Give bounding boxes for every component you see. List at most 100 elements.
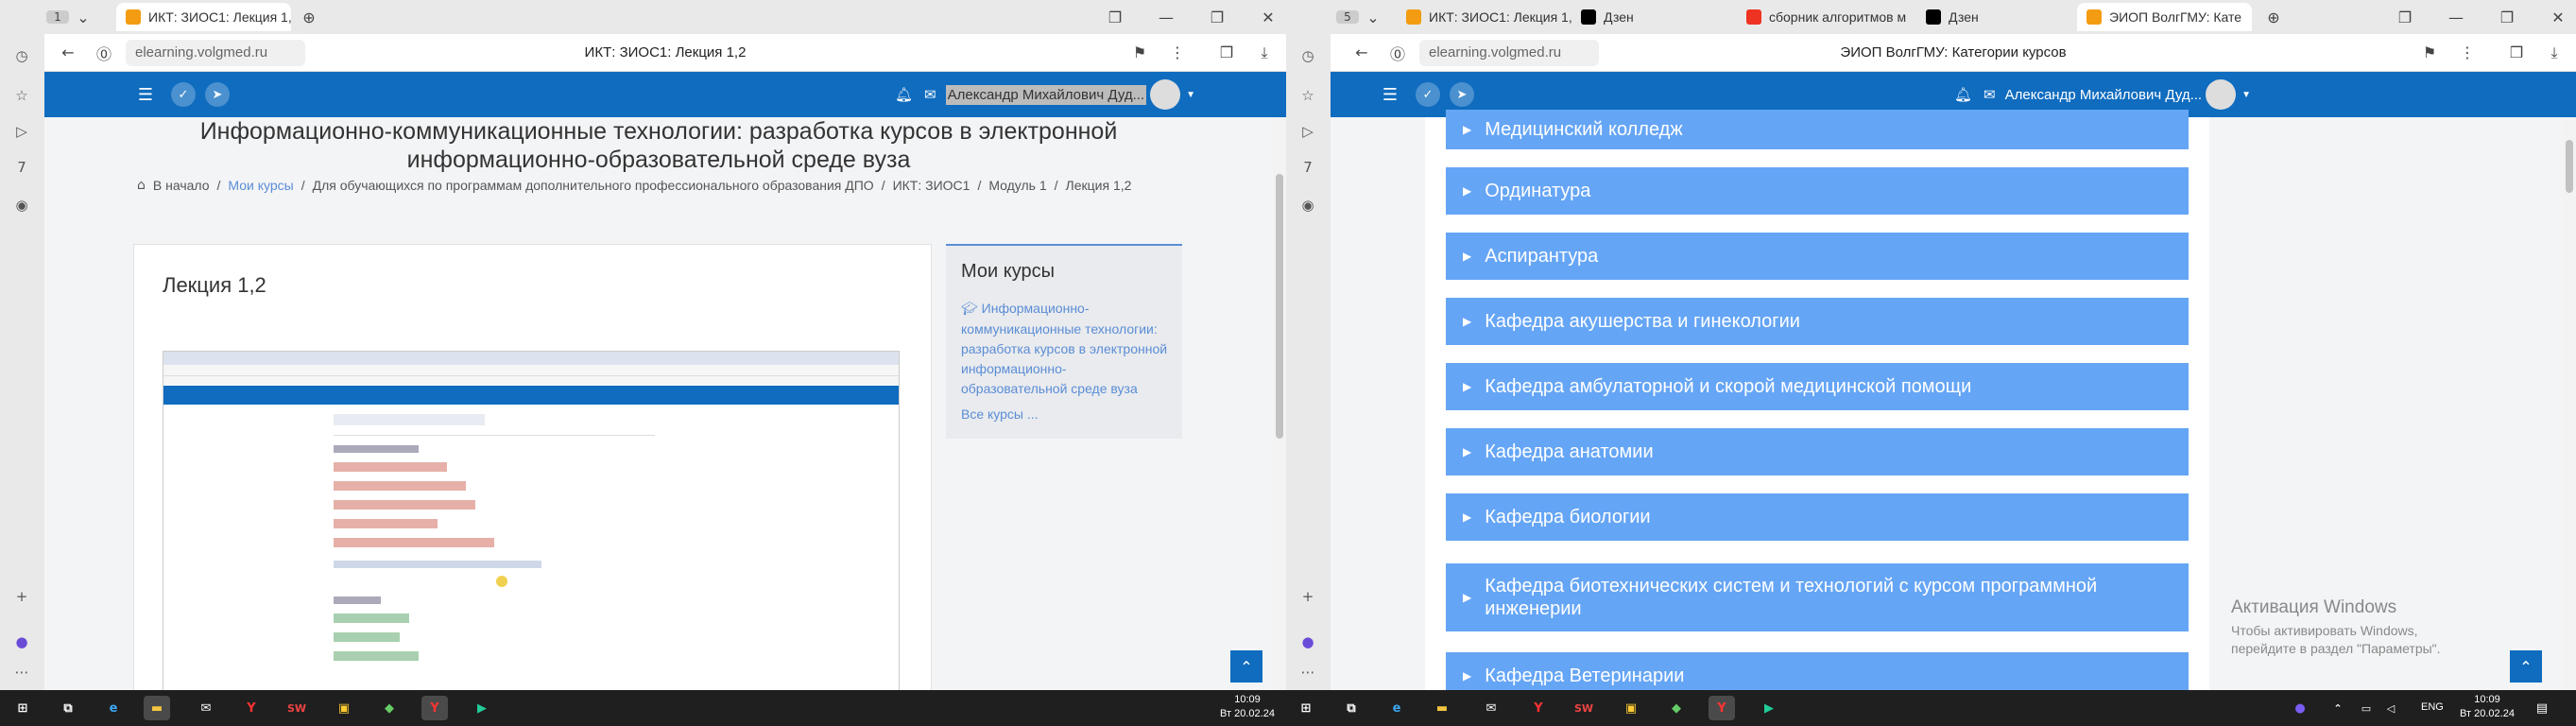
download-icon[interactable]: ⤓ [1250,43,1279,62]
pycharm-icon[interactable]: ▶ [469,696,495,720]
tab-count-badge[interactable]: 5 [1336,10,1359,24]
chat-icon[interactable]: ✉ [1984,86,1996,103]
avatar[interactable] [1150,79,1181,110]
sw-icon[interactable]: SW [1571,696,1597,720]
breadcrumb-course[interactable]: ИКТ: ЗИОС1 [893,178,970,193]
tab-dzen-1[interactable]: Дзен [1571,3,1737,31]
mail-icon[interactable]: ✉ [1478,696,1504,720]
video-icon[interactable]: ▷ [1297,121,1318,142]
network-icon[interactable]: ▭ [2353,696,2379,720]
tab-lecture[interactable]: ИКТ: ЗИОС1: Лекция 1,2 ✕ [116,3,291,31]
telegram-icon[interactable]: ➤ [205,82,230,107]
breadcrumb-category[interactable]: Для обучающихся по программам дополнител… [313,178,874,193]
url-field[interactable]: elearning.volgmed.ru [1419,39,1599,66]
category-item[interactable]: ▶ Кафедра биотехнических систем и техноло… [1446,563,2189,631]
add-icon[interactable]: + [11,586,32,607]
history-icon[interactable]: ◷ [1297,45,1318,66]
bookmark-icon[interactable]: ⚑ [2415,43,2444,61]
tray-chevron-icon[interactable]: ⌃ [2325,696,2351,720]
minimize-icon[interactable]: — [2442,9,2470,26]
category-item[interactable]: ▶ Ординатура [1446,167,2189,215]
tab-count-badge[interactable]: 1 [46,10,69,24]
bookmarks-icon[interactable]: ☆ [1297,85,1318,106]
history-icon[interactable]: ◷ [11,45,32,66]
sw-icon[interactable]: SW [283,696,310,720]
task-view-icon[interactable]: ⧉ [1338,696,1365,720]
restore-icon[interactable]: ❐ [1203,9,1231,26]
video-icon[interactable]: ▷ [11,121,32,142]
protect-icon[interactable]: ⓪ [90,42,118,64]
menu-dots-icon[interactable]: ⋮ [1163,43,1192,61]
bookmark-icon[interactable]: ⚑ [1125,43,1154,61]
edge-icon[interactable]: e [100,696,127,720]
close-window-icon[interactable]: ✕ [1254,9,1282,26]
new-tab-icon[interactable]: ⊕ [2259,9,2288,26]
user-name[interactable]: Александр Михайлович Дуд... [945,84,1147,105]
category-item[interactable]: ▶ Кафедра биологии [1446,493,2189,541]
close-window-icon[interactable]: ✕ [2544,9,2572,26]
minimize-icon[interactable]: — [1152,9,1180,26]
bookmarks-icon[interactable]: ☆ [11,85,32,106]
vk-icon[interactable]: ✓ [171,82,196,107]
clock[interactable]: 10:09 Вт 20.02.24 [2459,693,2516,721]
category-item[interactable]: ▶ Медицинский колледж [1446,110,2189,149]
seven-icon[interactable]: 7 [1297,157,1318,178]
bell-icon[interactable]: 🔔︎ [895,86,913,103]
scroll-top-button[interactable]: ⌃ [2510,650,2542,683]
seven-icon[interactable]: 7 [11,157,32,178]
course-link[interactable]: 🎓︎ Информационно-коммуникационные технол… [961,299,1169,399]
app-icon[interactable]: ◆ [1663,696,1690,720]
tab-algorithms[interactable]: сборник алгоритмов м [1737,3,1916,31]
category-item[interactable]: ▶ Кафедра амбулаторной и скорой медицинск… [1446,363,2189,410]
alice-icon[interactable]: ● [1297,631,1318,652]
hamburger-icon[interactable]: ☰ [1376,85,1404,105]
user-name[interactable]: Александр Михайлович Дуд... [2005,87,2202,103]
collections-icon[interactable]: ❐ [1101,9,1129,26]
back-icon[interactable]: ← [1348,43,1376,61]
extensions-icon[interactable]: ❒ [1212,43,1241,61]
start-icon[interactable]: ⊞ [9,696,36,720]
avatar[interactable] [2206,79,2237,110]
restore-icon[interactable]: ❐ [2493,9,2521,26]
alice-icon[interactable]: ● [11,631,32,652]
scroll-top-button[interactable]: ⌃ [1230,650,1262,683]
yandex-icon[interactable]: Y [238,696,265,720]
volume-icon[interactable]: ◁ [2378,696,2404,720]
tab-categories[interactable]: ЭИОП ВолгГМУ: Кате ✕ [2077,3,2252,31]
breadcrumb-my-courses[interactable]: Мои курсы [228,178,293,193]
collections-icon[interactable]: ❐ [2391,9,2419,26]
breadcrumb-home[interactable]: В начало [153,178,210,193]
category-item[interactable]: ▶ Кафедра анатомии [1446,428,2189,475]
tab-lecture[interactable]: ИКТ: ЗИОС1: Лекция 1,2 [1397,3,1571,31]
back-icon[interactable]: ← [54,43,82,61]
category-item[interactable]: ▶ Кафедра акушерства и гинекологии [1446,298,2189,345]
task-view-icon[interactable]: ⧉ [55,696,81,720]
protect-icon[interactable]: ⓪ [1383,42,1412,64]
chevron-down-icon[interactable]: ⌄ [69,9,97,26]
scrollbar-thumb[interactable] [2566,140,2573,193]
breadcrumb-module[interactable]: Модуль 1 [988,178,1046,193]
bell-icon[interactable]: 🔔︎ [1954,86,1972,103]
edge-icon[interactable]: e [1383,696,1410,720]
hamburger-icon[interactable]: ☰ [131,85,160,105]
app-icon[interactable]: ◆ [376,696,403,720]
chevron-down-icon[interactable]: ▼ [2241,90,2251,100]
chat-icon[interactable]: ✉ [924,86,936,103]
scrollbar-thumb[interactable] [1276,174,1283,439]
scrollbar[interactable] [2563,117,2576,690]
camera-icon[interactable]: ◉ [11,195,32,216]
store-icon[interactable]: ▣ [331,696,357,720]
add-icon[interactable]: + [1297,586,1318,607]
scrollbar[interactable] [1273,117,1286,690]
yandex-browser-icon[interactable]: Y [1709,696,1735,720]
menu-dots-icon[interactable]: ⋮ [2453,43,2482,61]
extensions-icon[interactable]: ❒ [2502,43,2531,61]
telegram-icon[interactable]: ➤ [1450,82,1474,107]
store-icon[interactable]: ▣ [1618,696,1644,720]
language-indicator[interactable]: ENG [2421,701,2444,713]
mail-icon[interactable]: ✉ [193,696,219,720]
download-icon[interactable]: ⤓ [2540,43,2568,62]
yandex-browser-icon[interactable]: Y [421,696,448,720]
category-item[interactable]: ▶ Аспирантура [1446,233,2189,280]
all-courses-link[interactable]: Все курсы ... [961,406,1039,422]
